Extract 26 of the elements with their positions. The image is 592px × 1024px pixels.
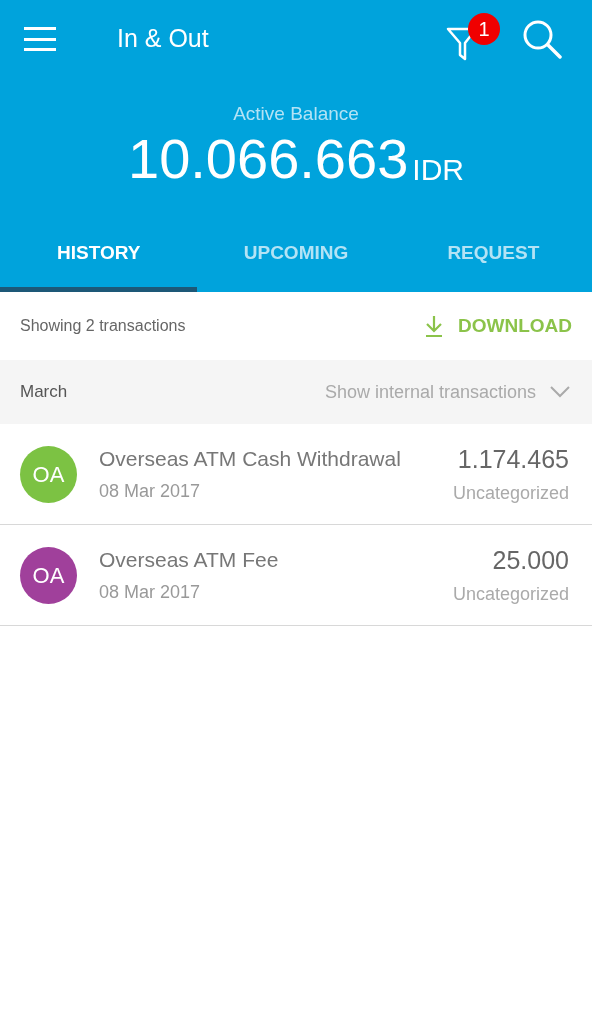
internal-transactions-toggle[interactable]: Show internal transactions	[324, 378, 570, 406]
menu-icon[interactable]	[24, 27, 56, 51]
transaction-title: Overseas ATM Cash Withdrawal	[99, 445, 402, 472]
avatar: OA	[20, 546, 77, 604]
app-title: In & Out	[117, 23, 210, 55]
download-icon	[424, 315, 444, 337]
transaction-category: Uncategorized	[452, 482, 569, 506]
transaction-date: 08 Mar 2017	[99, 480, 202, 504]
notification-badge: 1	[468, 13, 500, 45]
transaction-category: Uncategorized	[452, 583, 569, 607]
tab[interactable]: HISTORY	[0, 214, 198, 292]
download-button[interactable]: DOWNLOAD	[424, 311, 572, 341]
transaction-amount: 1.174.465	[457, 443, 569, 475]
avatar: OA	[20, 445, 77, 503]
transaction-title: Overseas ATM Fee	[99, 546, 280, 573]
transaction-date: 08 Mar 2017	[99, 581, 202, 605]
tab[interactable]: REQUEST	[394, 214, 592, 292]
search-icon[interactable]	[522, 19, 562, 59]
transaction-count: Showing 2 transactions	[20, 316, 186, 336]
tab[interactable]: UPCOMING	[197, 214, 395, 292]
balance-amount: 10.066.663	[128, 131, 409, 187]
month-header: March	[20, 381, 68, 404]
chevron-down-icon	[550, 386, 570, 398]
transaction-amount: 25.000	[492, 544, 569, 576]
balance-label: Active Balance	[233, 104, 359, 123]
currency-label: IDR	[412, 155, 464, 185]
